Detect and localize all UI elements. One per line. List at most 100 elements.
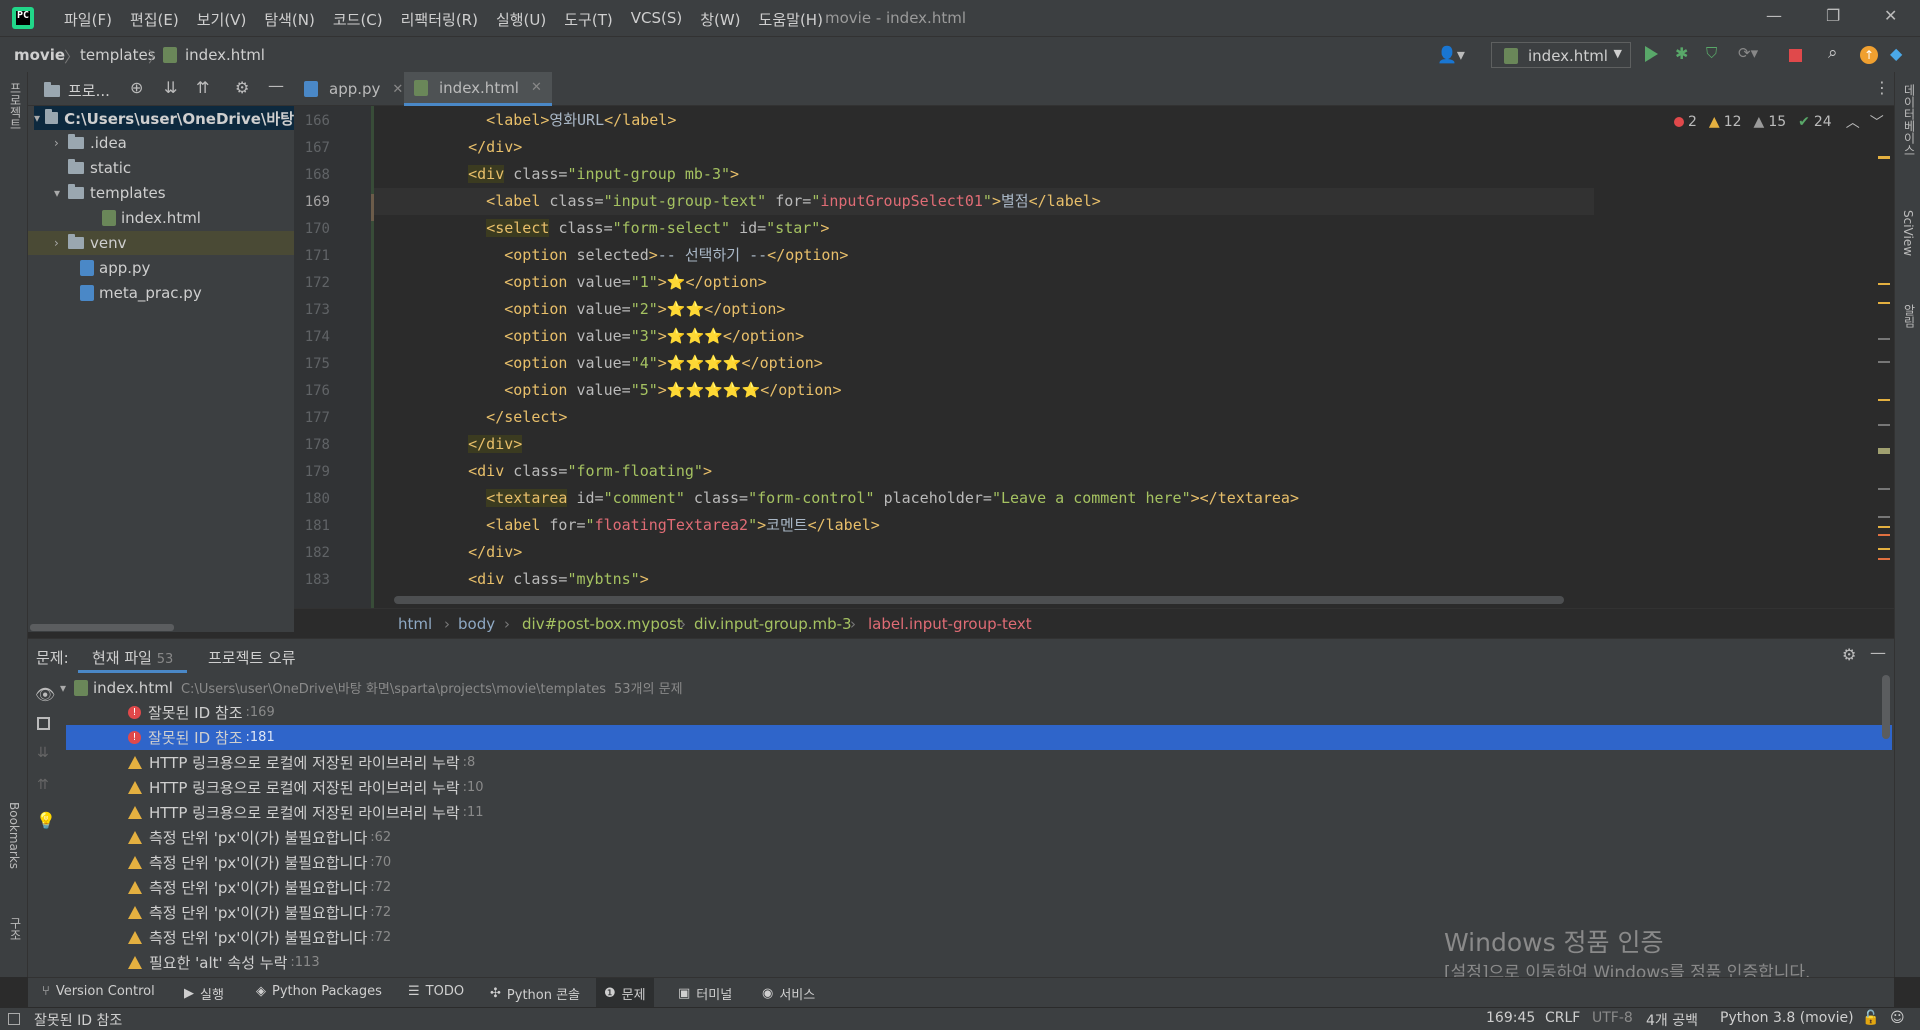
file-encoding[interactable]: UTF-8 — [1592, 1010, 1633, 1026]
gear-icon[interactable]: ⚙ — [235, 78, 249, 97]
project-tool-button[interactable]: 프로젝트 — [7, 82, 24, 130]
inspector-icon[interactable]: ☺ — [1890, 1010, 1905, 1026]
tree-item-static[interactable]: static — [68, 156, 131, 180]
close-window-icon[interactable]: ✕ — [1884, 6, 1897, 25]
problem-row[interactable]: 측정 단위 'px'이(가) 불필요합니다:72 — [68, 900, 1894, 925]
problem-row[interactable]: HTTP 링크용으로 로컬에 저장된 라이브러리 누락:11 — [68, 800, 1894, 825]
crumb-post-box[interactable]: div#post-box.mypost — [522, 615, 683, 633]
problem-row[interactable]: 측정 단위 'px'이(가) 불필요합니다:62 — [68, 825, 1894, 850]
tool-tab-python-packages[interactable]: ◈ Python Packages — [256, 984, 382, 999]
menu-code[interactable]: 코드(C) — [324, 9, 392, 30]
menu-edit[interactable]: 편집(E) — [121, 9, 188, 30]
menu-help[interactable]: 도움말(H) — [750, 9, 832, 30]
tree-item-venv[interactable]: › venv — [28, 231, 294, 255]
tool-tab-problems[interactable]: ❶ 문제 — [596, 978, 654, 1008]
python-file-icon — [80, 260, 94, 276]
tool-tab-services[interactable]: ◉ 서비스 — [762, 984, 815, 1003]
debug-icon[interactable]: ✱ — [1675, 44, 1693, 63]
problem-row[interactable]: 측정 단위 'px'이(가) 불필요합니다:70 — [68, 850, 1894, 875]
indent-setting[interactable]: 4개 공백 — [1646, 1010, 1698, 1030]
marker-stripe — [1878, 548, 1890, 550]
tab-app-py[interactable]: app.py ✕ — [294, 72, 413, 106]
menu-view[interactable]: 보기(V) — [188, 9, 256, 30]
editor-horizontal-scrollbar[interactable] — [394, 596, 1564, 604]
layout-icon[interactable] — [8, 1013, 20, 1025]
tree-root[interactable]: ▾ C:\Users\user\OneDrive\바탕 — [34, 106, 294, 130]
gear-icon[interactable]: ⚙ — [1842, 645, 1856, 664]
tab-index-html[interactable]: index.html ✕ — [404, 72, 552, 106]
preview-icon[interactable] — [37, 717, 50, 730]
previous-problem-icon[interactable]: ︿ — [1846, 112, 1860, 132]
tool-tab-version-control[interactable]: ⑂ Version Control — [42, 984, 155, 999]
tab-current-file[interactable]: 현재 파일 53 — [78, 639, 188, 673]
problem-row[interactable]: HTTP 링크용으로 로컬에 저장된 라이브러리 누락:10 — [68, 775, 1894, 800]
vertical-scrollbar[interactable] — [1882, 675, 1890, 739]
line-separator[interactable]: CRLF — [1545, 1010, 1580, 1026]
tab-project-errors[interactable]: 프로젝트 오류 — [208, 647, 296, 668]
menu-tools[interactable]: 도구(T) — [555, 9, 621, 30]
menu-file[interactable]: 파일(F) — [55, 9, 121, 30]
notifications-tool-button[interactable]: 알림 — [1901, 304, 1918, 328]
problem-row-selected[interactable]: ! 잘못된 ID 참조:181 — [66, 725, 1892, 750]
menu-vcs[interactable]: VCS(S) — [622, 9, 691, 30]
lock-icon[interactable]: 🔓 — [1862, 1010, 1879, 1026]
inspection-widget[interactable]: 2 ▲ 12 ▲ 15 ✔ 24 ︿ ﹀ — [1674, 112, 1884, 132]
problems-file-row[interactable]: ▾ index.html C:\Users\user\OneDrive\바탕 화… — [60, 675, 1894, 700]
tool-tab-terminal[interactable]: ▣ 터미널 — [678, 984, 732, 1003]
run-icon[interactable] — [1645, 46, 1658, 62]
horizontal-scrollbar[interactable] — [30, 624, 174, 631]
stop-icon[interactable] — [1789, 49, 1802, 62]
restore-icon[interactable]: ❐ — [1826, 6, 1840, 25]
crumb-input-group[interactable]: div.input-group.mb-3 — [694, 615, 852, 633]
crumb-body[interactable]: body — [458, 615, 495, 633]
next-problem-icon[interactable]: ﹀ — [1870, 112, 1884, 132]
menu-navigate[interactable]: 탐색(N) — [255, 9, 324, 30]
problem-row[interactable]: HTTP 링크용으로 로컬에 저장된 라이브러리 누락:8 — [68, 750, 1894, 775]
expand-all-icon[interactable]: ⇊ — [164, 78, 177, 97]
hide-panel-icon[interactable]: — — [1870, 643, 1886, 662]
sciview-tool-button[interactable]: SciView — [1901, 210, 1915, 256]
menu-run[interactable]: 실행(U) — [487, 9, 555, 30]
database-tool-button[interactable]: 데이터베이스 — [1901, 84, 1918, 156]
crumb-html[interactable]: html — [398, 615, 432, 633]
update-icon[interactable]: ↑ — [1860, 46, 1878, 64]
run-config-select[interactable]: index.html ▼ — [1491, 42, 1631, 68]
python-interpreter[interactable]: Python 3.8 (movie) — [1720, 1010, 1854, 1026]
problem-row[interactable]: ! 잘못된 ID 참조:169 — [68, 700, 1894, 725]
menu-refactor[interactable]: 리팩터링(R) — [392, 9, 487, 30]
structure-tool-button[interactable]: 구조 — [7, 917, 24, 941]
more-options-icon[interactable]: ⋮ — [1874, 78, 1890, 97]
collapse-all-icon[interactable]: ⇈ — [196, 78, 209, 97]
breadcrumb-folder[interactable]: templates — [80, 46, 156, 64]
user-icon[interactable]: 👤▾ — [1437, 45, 1465, 64]
minimize-icon[interactable]: — — [1766, 6, 1782, 25]
tree-item-index-html[interactable]: index.html — [102, 206, 201, 230]
crumb-label[interactable]: label.input-group-text — [868, 615, 1032, 633]
caret-position[interactable]: 169:45 — [1486, 1010, 1535, 1026]
tree-item-app-py[interactable]: app.py — [80, 256, 150, 280]
close-tab-icon[interactable]: ✕ — [392, 82, 403, 97]
inspection-panel: 2 ▲ 12 ▲ 15 ✔ 24 ︿ ﹀ — [1594, 106, 1890, 608]
tool-tab-python-console[interactable]: ✣ Python 콘솔 — [490, 984, 580, 1003]
tool-tab-run[interactable]: ▶ 실행 — [184, 984, 224, 1003]
hide-panel-icon[interactable]: — — [268, 76, 284, 95]
project-view-select[interactable]: 프로... — [68, 80, 110, 101]
breadcrumb-project[interactable]: movie — [14, 46, 65, 64]
eye-icon[interactable]: 👁 — [35, 685, 55, 704]
bookmarks-tool-button[interactable]: Bookmarks — [7, 802, 21, 869]
tree-item-templates[interactable]: ▾ templates — [54, 181, 166, 205]
problem-row[interactable]: 측정 단위 'px'이(가) 불필요합니다:72 — [68, 875, 1894, 900]
code-editor[interactable]: <label>영화URL</label> </div> <div class="… — [374, 106, 1594, 608]
breadcrumb-file[interactable]: index.html — [185, 46, 265, 64]
tree-item-idea[interactable]: › .idea — [54, 131, 127, 155]
coverage-icon[interactable]: ⛉ — [1706, 44, 1724, 62]
locate-icon[interactable]: ⊕ — [130, 78, 143, 97]
jetbrains-icon[interactable]: ◆ — [1890, 44, 1908, 63]
close-tab-icon[interactable]: ✕ — [531, 80, 542, 95]
search-icon[interactable]: ⌕ — [1828, 43, 1846, 63]
menu-window[interactable]: 창(W) — [691, 9, 749, 30]
tool-tab-todo[interactable]: ☰ TODO — [408, 984, 464, 999]
profile-icon[interactable]: ⟳▾ — [1738, 44, 1758, 62]
tree-item-meta-prac-py[interactable]: meta_prac.py — [80, 281, 202, 305]
lightbulb-icon[interactable]: 💡 — [36, 811, 56, 830]
